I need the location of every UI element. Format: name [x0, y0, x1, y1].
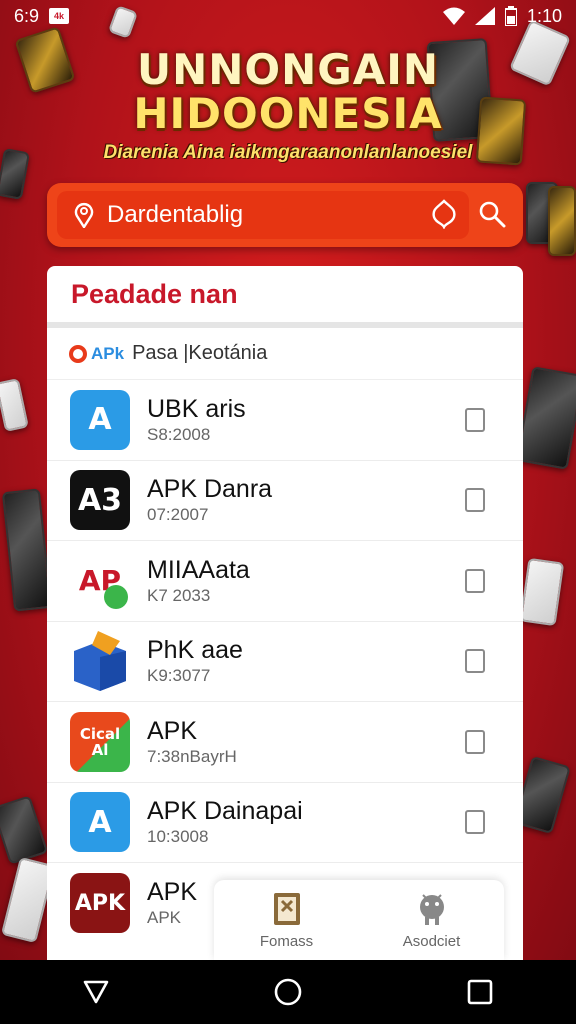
search-input[interactable]	[107, 201, 427, 229]
banner-title-line1: UNNONGAIN	[136, 45, 439, 94]
app-row[interactable]: PhK aae K9:3077	[47, 622, 523, 702]
app-row[interactable]: AP MIIAAata K7 2033	[47, 541, 523, 622]
decor-phone	[516, 366, 576, 470]
home-icon	[274, 978, 302, 1006]
app-icon-box	[70, 631, 130, 692]
app-icon-blue-a: A	[70, 792, 130, 853]
source-label: Pasa |Keotánia	[132, 342, 268, 364]
app-name: APK Dainapai	[147, 797, 303, 826]
status-left-text: 6:9	[14, 5, 40, 26]
wifi-icon	[442, 7, 465, 25]
app-icon-cical: Cical Al	[70, 711, 130, 772]
recents-icon	[467, 979, 493, 1005]
app-name: UBK aris	[147, 394, 246, 423]
source-row[interactable]: APk Pasa |Keotánia	[47, 328, 523, 380]
app-name: MIIAAata	[147, 555, 250, 584]
app-row[interactable]: A APK Dainapai 10:3008	[47, 783, 523, 863]
folder-icon	[273, 892, 300, 925]
notification-icon: 4k	[49, 8, 70, 24]
decor-phone	[519, 557, 565, 627]
bottom-mini-tabs: Fomass Asodciet	[214, 880, 504, 960]
app-name: PhK aae	[147, 636, 243, 665]
back-button[interactable]	[66, 962, 126, 1022]
app-meta: K9:3077	[147, 666, 211, 686]
tab-fomass[interactable]: Fomass	[214, 880, 359, 960]
package-box-icon	[74, 631, 126, 692]
source-logo-icon	[69, 344, 87, 363]
notification-badge-text: 4k	[54, 11, 65, 21]
signal-icon	[474, 7, 495, 25]
app-checkbox[interactable]	[465, 488, 485, 513]
decor-phone	[0, 378, 29, 432]
location-pin-icon	[74, 203, 94, 228]
app-meta: 07:2007	[147, 505, 209, 525]
tab-asodciet[interactable]: Asodciet	[359, 880, 504, 960]
app-meta: S8:2008	[147, 424, 211, 444]
status-time: 1:10	[526, 5, 562, 26]
app-list: A UBK aris S8:2008 A3 APK Danra 07:2007 …	[47, 380, 523, 944]
decor-phone	[0, 795, 49, 865]
search-button[interactable]	[475, 197, 509, 231]
promo-banner: UNNONGAIN HIDOONESIA Diarenia Aina iaikm…	[0, 48, 576, 164]
tab-fomass-label: Fomass	[259, 932, 314, 950]
app-meta: K7 2033	[147, 585, 211, 605]
decor-phone	[548, 186, 576, 256]
app-checkbox[interactable]	[465, 407, 485, 432]
results-card: Peadade nan APk Pasa |Keotánia A UBK ari…	[47, 266, 523, 966]
card-title: Peadade nan	[71, 278, 238, 309]
search-bar	[47, 183, 523, 247]
app-row[interactable]: A3 APK Danra 07:2007	[47, 461, 523, 541]
battery-icon	[504, 6, 517, 26]
card-header: Peadade nan	[47, 266, 523, 328]
app-meta: APK	[147, 908, 182, 928]
tab-asodciet-label: Asodciet	[402, 932, 461, 950]
status-bar: 6:9 4k 1:10	[0, 0, 576, 32]
app-name: APK	[147, 716, 198, 745]
app-meta: 10:3008	[147, 827, 209, 847]
app-icon-black-a3: A3	[70, 470, 130, 531]
app-checkbox[interactable]	[465, 729, 485, 754]
source-logo-text: APk	[91, 343, 125, 363]
android-icon	[419, 893, 444, 925]
app-checkbox[interactable]	[465, 810, 485, 835]
leaf-icon	[432, 199, 456, 229]
app-row[interactable]: A UBK aris S8:2008	[47, 380, 523, 461]
banner-subtitle: Diarenia Aina iaikmgaraanonlanlanoesiel	[103, 142, 473, 163]
app-name: APK	[147, 878, 198, 907]
app-checkbox[interactable]	[465, 568, 485, 593]
app-row[interactable]: Cical Al APK 7:38nBayrH	[47, 702, 523, 783]
decor-phone	[1, 488, 53, 612]
app-icon-apk: APK	[70, 873, 130, 934]
app-icon-android-ap: AP	[70, 550, 130, 611]
app-name: APK Danra	[147, 475, 273, 504]
system-nav-bar	[0, 960, 576, 1024]
app-checkbox[interactable]	[465, 649, 485, 674]
filter-button[interactable]	[427, 197, 461, 231]
app-meta: 7:38nBayrH	[147, 746, 237, 766]
recents-button[interactable]	[450, 962, 510, 1022]
back-icon	[83, 980, 109, 1004]
search-field[interactable]	[57, 191, 469, 239]
banner-title-line2: HIDOONESIA	[133, 89, 443, 138]
home-button[interactable]	[258, 962, 318, 1022]
app-icon-blue-a: A	[70, 389, 130, 450]
search-icon	[479, 201, 506, 228]
source-logo: APk	[69, 344, 124, 364]
android-badge-icon	[104, 584, 128, 609]
